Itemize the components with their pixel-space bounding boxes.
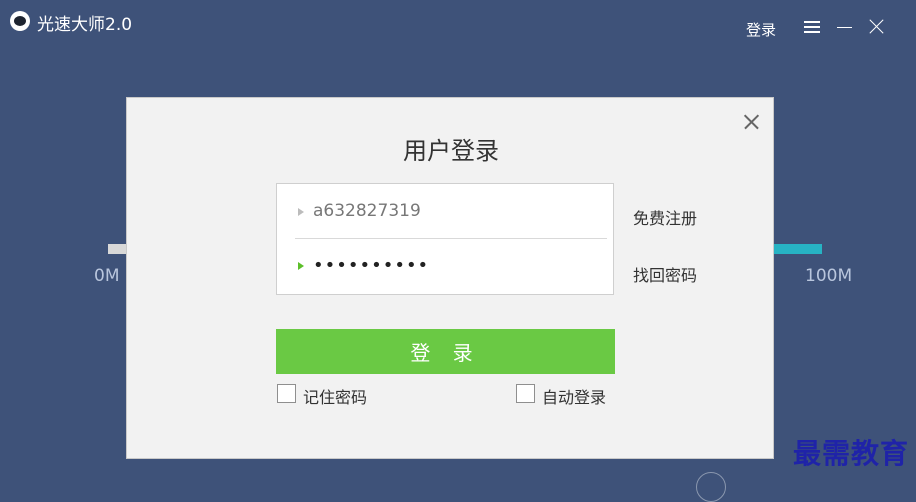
- speed-start-circle[interactable]: [696, 472, 726, 502]
- top-login-link[interactable]: 登录: [746, 19, 776, 40]
- auto-login-checkbox-box[interactable]: [516, 384, 535, 403]
- watermark-logo: 最需教育: [793, 437, 910, 470]
- app-logo-icon: [10, 11, 30, 31]
- menu-icon[interactable]: [803, 18, 821, 36]
- speed-bar-right: [772, 244, 822, 254]
- username-marker-icon: [298, 208, 304, 216]
- app-title: 光速大师2.0: [37, 15, 133, 35]
- login-dialog: 用户登录 免费注册 找回密码 登 录 记住密码 自动登录: [126, 97, 774, 459]
- speed-scale-min-label: 0M: [94, 266, 120, 286]
- password-input[interactable]: [313, 252, 593, 278]
- username-row: [277, 184, 613, 238]
- remember-checkbox-box[interactable]: [277, 384, 296, 403]
- auto-login-checkbox-label: 自动登录: [542, 388, 607, 407]
- credentials-box: [276, 183, 614, 295]
- register-link[interactable]: 免费注册: [633, 205, 697, 229]
- minimize-icon[interactable]: [836, 18, 854, 36]
- field-divider: [295, 238, 607, 239]
- username-input[interactable]: [313, 198, 593, 224]
- dialog-close-icon[interactable]: [742, 113, 760, 131]
- login-submit-button[interactable]: 登 录: [276, 329, 615, 374]
- close-icon[interactable]: [867, 18, 885, 36]
- remember-checkbox-label: 记住密码: [303, 388, 368, 407]
- speed-scale-max-label: 100M: [805, 266, 853, 286]
- recover-password-link[interactable]: 找回密码: [633, 262, 697, 286]
- password-row: [277, 240, 613, 294]
- password-marker-icon: [298, 262, 304, 270]
- dialog-title: 用户登录: [403, 137, 499, 165]
